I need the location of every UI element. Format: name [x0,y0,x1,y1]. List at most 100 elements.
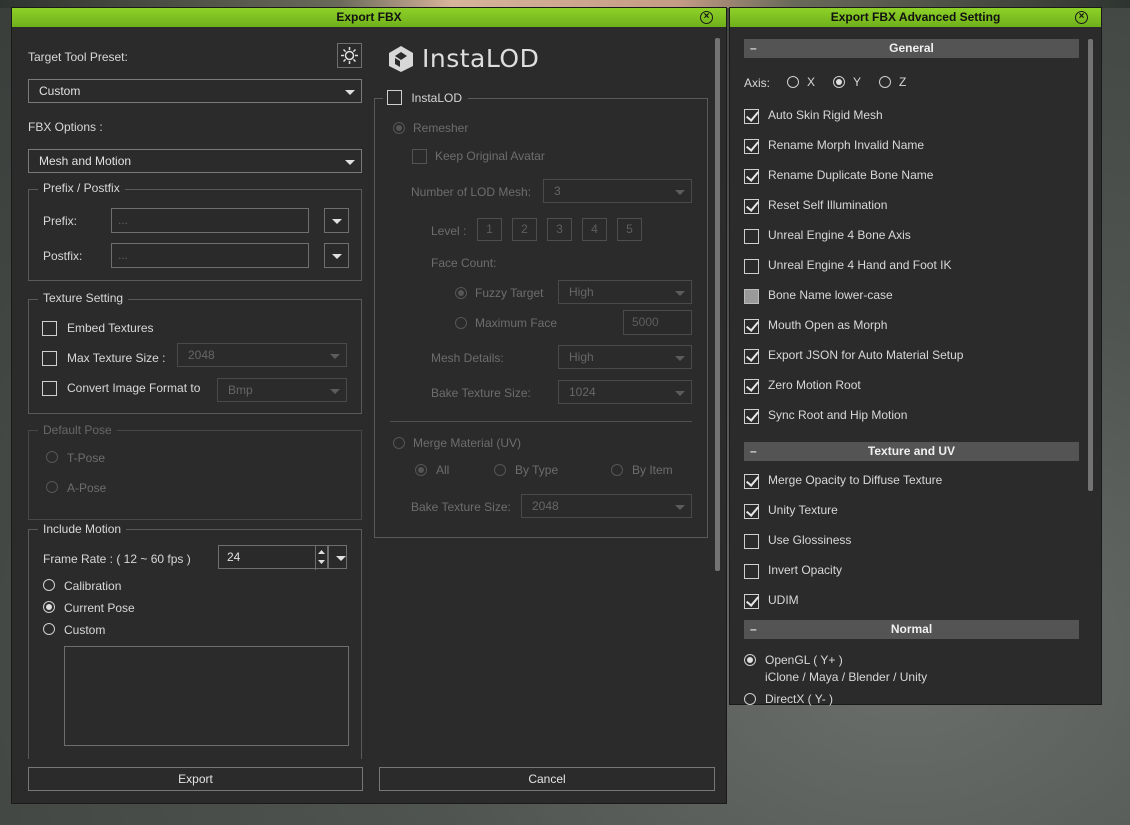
advanced-titlebar[interactable]: Export FBX Advanced Setting × [730,8,1101,27]
instalod-label: InstaLOD [411,90,463,105]
level-button-3[interactable]: 3 [547,218,572,241]
frame-rate-spinner[interactable] [315,546,327,570]
texture-option-checkbox[interactable] [744,534,759,549]
texture-option-checkbox[interactable] [744,594,759,609]
close-icon[interactable]: × [1075,11,1088,24]
fuzzy-target-dropdown[interactable]: High [558,280,692,304]
general-option-checkbox[interactable] [744,319,759,334]
frame-rate-dropdown-button[interactable] [328,545,347,569]
level-button-1[interactable]: 1 [477,218,502,241]
postfix-input[interactable]: ... [111,243,309,268]
preset-settings-button[interactable] [337,43,362,68]
convert-image-label: Convert Image Format to [67,381,201,395]
axis-x-radio[interactable] [787,76,799,88]
preset-dropdown[interactable]: Custom [28,79,362,103]
directx-radio[interactable] [744,693,756,705]
max-texture-size-dropdown[interactable]: 2048 [177,343,347,367]
default-pose-title: Default Pose [38,423,117,437]
lod-count-value: 3 [554,184,561,198]
general-option-checkbox[interactable] [744,169,759,184]
fbx-options-dropdown[interactable]: Mesh and Motion [28,149,362,173]
general-option-label: Reset Self Illumination [768,198,888,212]
merge-by-item-radio[interactable] [611,464,623,476]
general-option-checkbox[interactable] [744,199,759,214]
default-pose-group [28,430,362,520]
prefix-input[interactable]: ... [111,208,309,233]
prefix-label: Prefix: [43,214,78,228]
axis-z-radio[interactable] [879,76,891,88]
chevron-down-icon [675,291,685,296]
fuzzy-target-value: High [569,285,594,299]
texture-option-label: Unity Texture [768,503,838,517]
merge-bake-size-dropdown[interactable]: 2048 [521,494,692,518]
advanced-scrollbar-thumb[interactable] [1088,39,1093,491]
fbx-options-label: FBX Options : [28,120,103,134]
mesh-details-dropdown[interactable]: High [558,345,692,369]
merge-by-type-radio[interactable] [494,464,506,476]
collapse-icon: – [750,622,757,636]
keep-original-avatar-checkbox[interactable] [412,149,427,164]
merge-all-label: All [436,463,450,477]
bake-texture-size-dropdown[interactable]: 1024 [558,380,692,404]
texture-header-label: Texture and UV [867,444,956,458]
opengl-radio[interactable] [744,654,756,666]
level-label: Level : [431,224,467,238]
cancel-button[interactable]: Cancel [379,767,715,791]
maximum-face-input[interactable]: 5000 [623,310,692,335]
normal-section-header[interactable]: – Normal [744,620,1079,639]
level-button-4[interactable]: 4 [582,218,607,241]
collapse-icon: – [750,444,757,458]
lod-count-dropdown[interactable]: 3 [543,179,692,203]
merge-material-label: Merge Material (UV) [413,436,522,450]
general-section-header[interactable]: – General [744,39,1079,58]
gear-icon [341,47,358,64]
general-option-checkbox[interactable] [744,229,759,244]
general-option-checkbox[interactable] [744,259,759,274]
a-pose-radio[interactable] [46,481,58,493]
prefix-dropdown-button[interactable] [324,208,349,233]
merge-material-radio[interactable] [393,437,405,449]
texture-option-checkbox[interactable] [744,564,759,579]
merge-by-type-label: By Type [515,463,559,477]
level-button-5[interactable]: 5 [617,218,642,241]
opengl-label: OpenGL ( Y+ ) [765,653,843,667]
chevron-down-icon [675,190,685,195]
level-button-2[interactable]: 2 [512,218,537,241]
custom-radio[interactable] [43,623,55,635]
postfix-dropdown-button[interactable] [324,243,349,268]
general-option-checkbox[interactable] [744,139,759,154]
instalod-logo-text: InstaLOD [422,44,540,73]
maximum-face-radio[interactable] [455,317,467,329]
texture-option-checkbox[interactable] [744,474,759,489]
frame-rate-input[interactable]: 24 [218,545,328,570]
export-scrollbar-thumb[interactable] [715,38,720,571]
general-option-checkbox[interactable] [744,379,759,394]
convert-format-dropdown[interactable]: Bmp [217,378,347,402]
merge-all-radio[interactable] [415,464,427,476]
convert-image-checkbox[interactable] [42,381,57,396]
general-option-label: Bone Name lower-case [768,288,893,302]
texture-option-checkbox[interactable] [744,504,759,519]
general-option-checkbox[interactable] [744,349,759,364]
general-option-checkbox[interactable] [744,289,759,304]
embed-textures-checkbox[interactable] [42,321,57,336]
export-button[interactable]: Export [28,767,363,791]
general-option-checkbox[interactable] [744,109,759,124]
face-count-label: Face Count: [431,256,497,270]
remesher-radio[interactable] [393,122,405,134]
general-option-checkbox[interactable] [744,409,759,424]
current-pose-radio[interactable] [43,601,55,613]
max-texture-size-checkbox[interactable] [42,351,57,366]
instalod-checkbox[interactable] [387,90,402,106]
custom-motion-list[interactable] [64,646,349,746]
merge-by-item-label: By Item [632,463,673,477]
texture-setting-title: Texture Setting [38,291,129,305]
close-icon[interactable]: × [700,11,713,24]
axis-x-label: X [807,75,816,89]
export-fbx-titlebar[interactable]: Export FBX × [12,8,726,27]
calibration-radio[interactable] [43,579,55,591]
t-pose-radio[interactable] [46,451,58,463]
fuzzy-target-radio[interactable] [455,287,467,299]
texture-section-header[interactable]: – Texture and UV [744,442,1079,461]
axis-y-radio[interactable] [833,76,845,88]
